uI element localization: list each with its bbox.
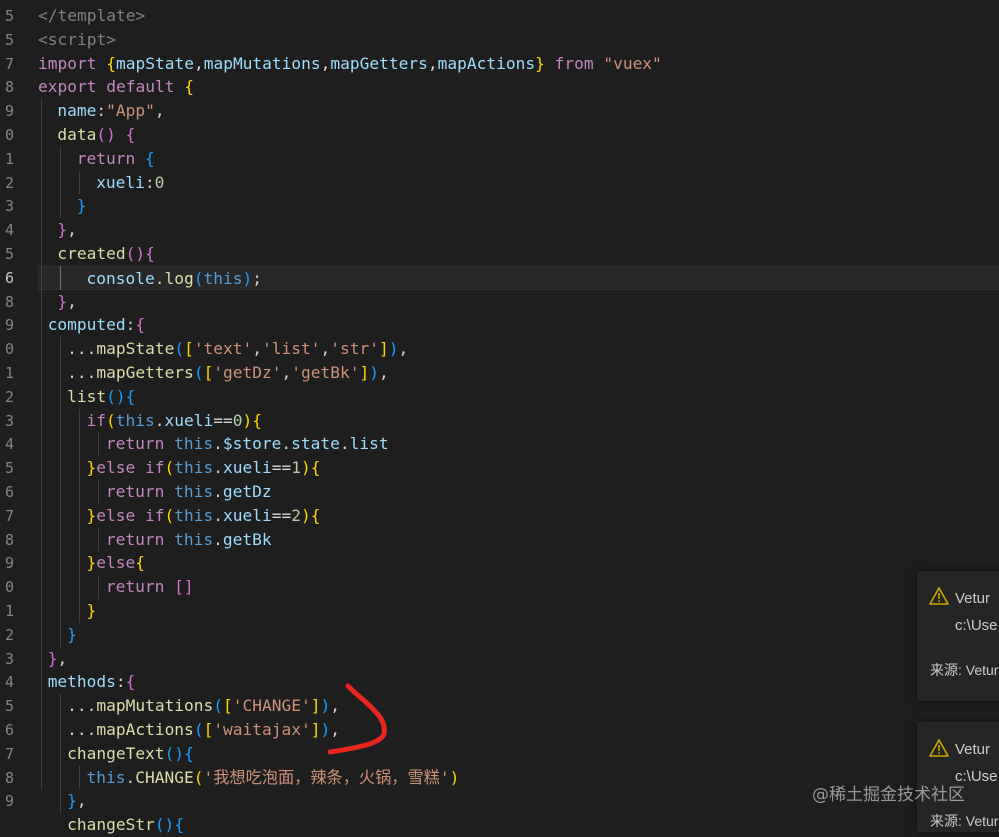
notification-title: Vetur bbox=[955, 590, 991, 607]
indent-guide bbox=[98, 575, 99, 599]
notification-source: 来源: Vetur bbox=[930, 662, 999, 678]
notification-path: c:\Use bbox=[955, 617, 998, 634]
indent-guide bbox=[98, 432, 99, 457]
indent-guide bbox=[60, 694, 61, 814]
indent-guide bbox=[60, 265, 61, 290]
red-annotation-stroke bbox=[327, 683, 387, 755]
indent-guide bbox=[79, 170, 80, 195]
indent-guide bbox=[98, 527, 99, 552]
indent-guide bbox=[41, 99, 42, 790]
vetur-notification[interactable]: Vetur c:\Use 来源: Vetur bbox=[917, 571, 999, 701]
warning-icon bbox=[929, 739, 949, 757]
indent-guide bbox=[60, 337, 61, 647]
watermark: @稀土掘金技术社区 bbox=[812, 785, 965, 805]
indent-guide bbox=[98, 480, 99, 504]
vetur-notification[interactable]: Vetur c:\Use 来源: Vetur bbox=[917, 722, 999, 832]
warning-icon bbox=[929, 587, 949, 605]
code-editor[interactable]: 5578901234568901234567890123456789 </tem… bbox=[0, 0, 999, 834]
indent-guide bbox=[79, 765, 80, 790]
indent-guide bbox=[60, 146, 61, 219]
notification-title: Vetur bbox=[955, 741, 991, 758]
indent-guide bbox=[79, 408, 80, 623]
notification-source: 来源: Vetur bbox=[930, 813, 999, 829]
